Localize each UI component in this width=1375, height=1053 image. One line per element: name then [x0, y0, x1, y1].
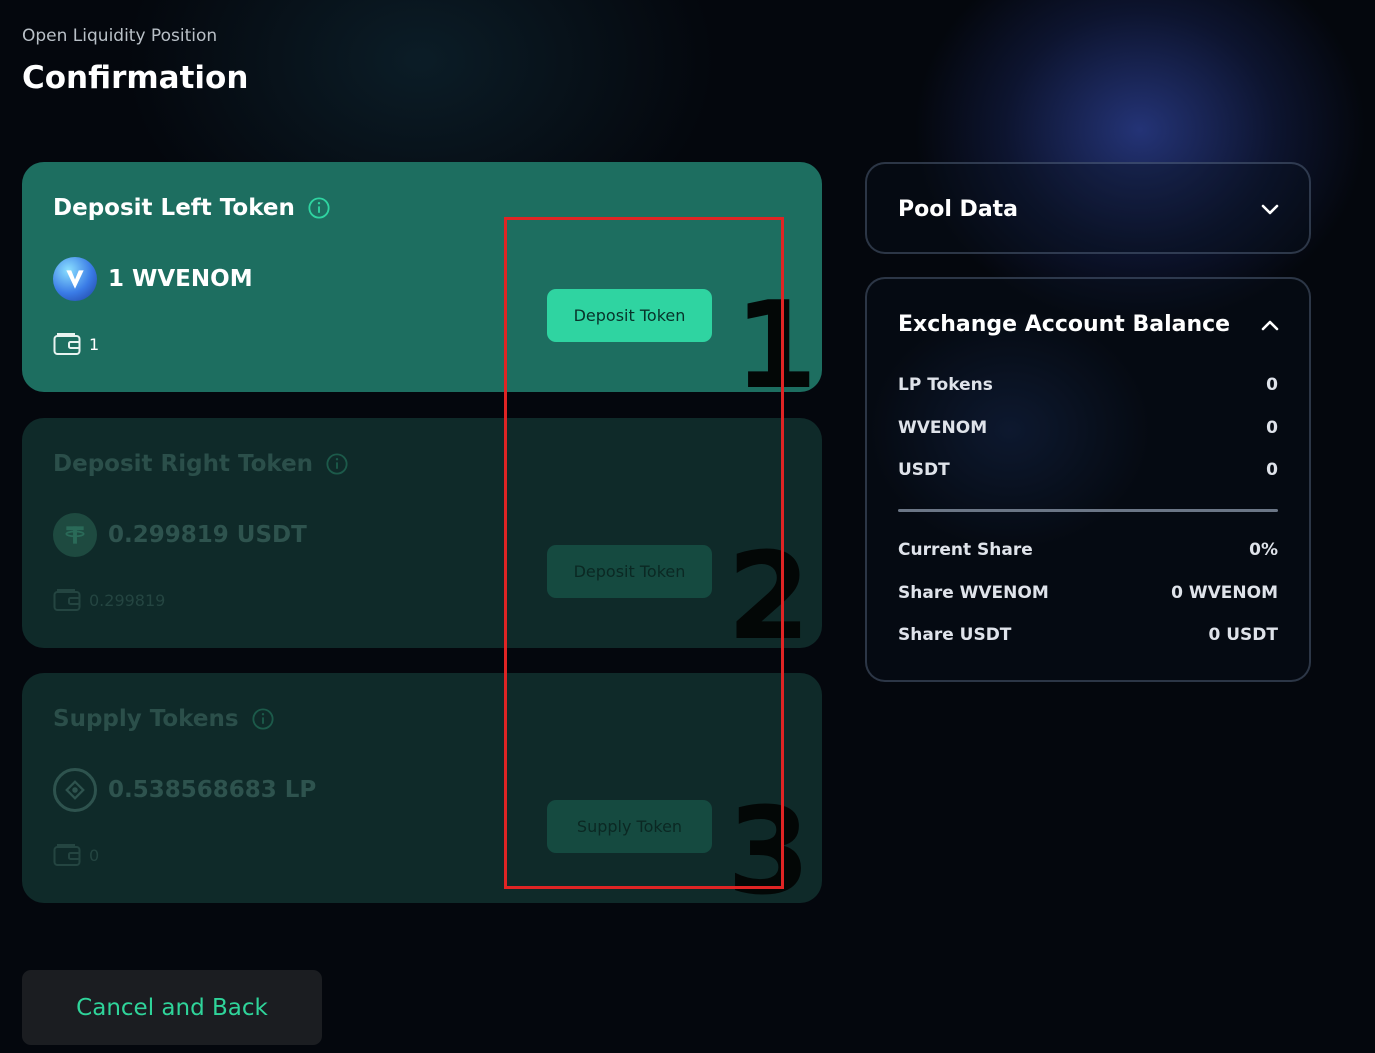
- lp-token-icon: [53, 768, 97, 812]
- share-value: 0 USDT: [1208, 625, 1278, 645]
- share-row-usdt: Share USDT 0 USDT: [898, 625, 1278, 645]
- tether-t-icon: [53, 513, 97, 557]
- balance-row-wvenom: WVENOM 0: [898, 418, 1278, 438]
- token-amount-row: 0.299819 USDT: [53, 513, 307, 557]
- page-subtitle: Open Liquidity Position: [22, 26, 218, 46]
- info-icon[interactable]: [308, 197, 330, 219]
- card-title: Supply Tokens: [53, 706, 274, 732]
- token-amount-row: 0.538568683 LP: [53, 768, 316, 812]
- pool-data-title: Pool Data: [898, 197, 1019, 222]
- chevron-down-icon[interactable]: [1261, 204, 1279, 216]
- share-value: 0 WVENOM: [1171, 583, 1278, 603]
- wallet-balance: 0: [89, 845, 100, 865]
- wallet-icon: [53, 589, 81, 611]
- share-label: Share WVENOM: [898, 583, 1049, 603]
- wallet-balance: 0.299819: [89, 590, 166, 610]
- exchange-balance-title: Exchange Account Balance: [898, 312, 1231, 337]
- exchange-balance-panel: Exchange Account Balance LP Tokens 0 WVE…: [865, 277, 1311, 682]
- share-row-current: Current Share 0%: [898, 540, 1278, 560]
- share-row-wvenom: Share WVENOM 0 WVENOM: [898, 583, 1278, 603]
- divider: [898, 509, 1278, 512]
- balance-value: 0: [1266, 418, 1278, 438]
- token-amount: 0.299819 USDT: [108, 522, 307, 548]
- balance-label: LP Tokens: [898, 375, 993, 395]
- wallet-balance-row: 0.299819: [53, 588, 165, 612]
- token-amount-row: 1 WVENOM: [53, 257, 253, 301]
- info-icon[interactable]: [326, 453, 348, 475]
- card-title: Deposit Right Token: [53, 451, 348, 477]
- wallet-balance-row: 1: [53, 332, 99, 356]
- card-title-label: Deposit Right Token: [53, 451, 314, 477]
- wallet-balance-row: 0: [53, 843, 99, 867]
- card-title-label: Deposit Left Token: [53, 195, 295, 221]
- share-label: Current Share: [898, 540, 1033, 560]
- page-title: Confirmation: [22, 60, 249, 96]
- info-icon[interactable]: [251, 708, 274, 730]
- venom-v-icon: [53, 257, 97, 301]
- balance-value: 0: [1266, 460, 1278, 480]
- token-amount: 1 WVENOM: [108, 266, 253, 292]
- share-label: Share USDT: [898, 625, 1012, 645]
- chevron-up-icon[interactable]: [1261, 319, 1279, 331]
- pool-data-header[interactable]: Pool Data: [898, 197, 1279, 222]
- balance-row-usdt: USDT 0: [898, 460, 1278, 480]
- share-value: 0%: [1249, 540, 1278, 560]
- highlight-box: [504, 217, 784, 889]
- balance-row-lp-tokens: LP Tokens 0: [898, 375, 1278, 395]
- wallet-icon: [53, 333, 81, 355]
- token-amount: 0.538568683 LP: [108, 777, 317, 803]
- exchange-balance-header[interactable]: Exchange Account Balance: [898, 312, 1279, 337]
- card-title: Deposit Left Token: [53, 195, 330, 221]
- balance-label: USDT: [898, 460, 950, 480]
- cancel-and-back-button[interactable]: Cancel and Back: [22, 970, 322, 1045]
- card-title-label: Supply Tokens: [53, 706, 239, 732]
- wallet-icon: [53, 844, 81, 866]
- balance-value: 0: [1266, 375, 1278, 395]
- balance-label: WVENOM: [898, 418, 988, 438]
- pool-data-panel[interactable]: Pool Data: [865, 162, 1311, 254]
- wallet-balance: 1: [89, 334, 100, 354]
